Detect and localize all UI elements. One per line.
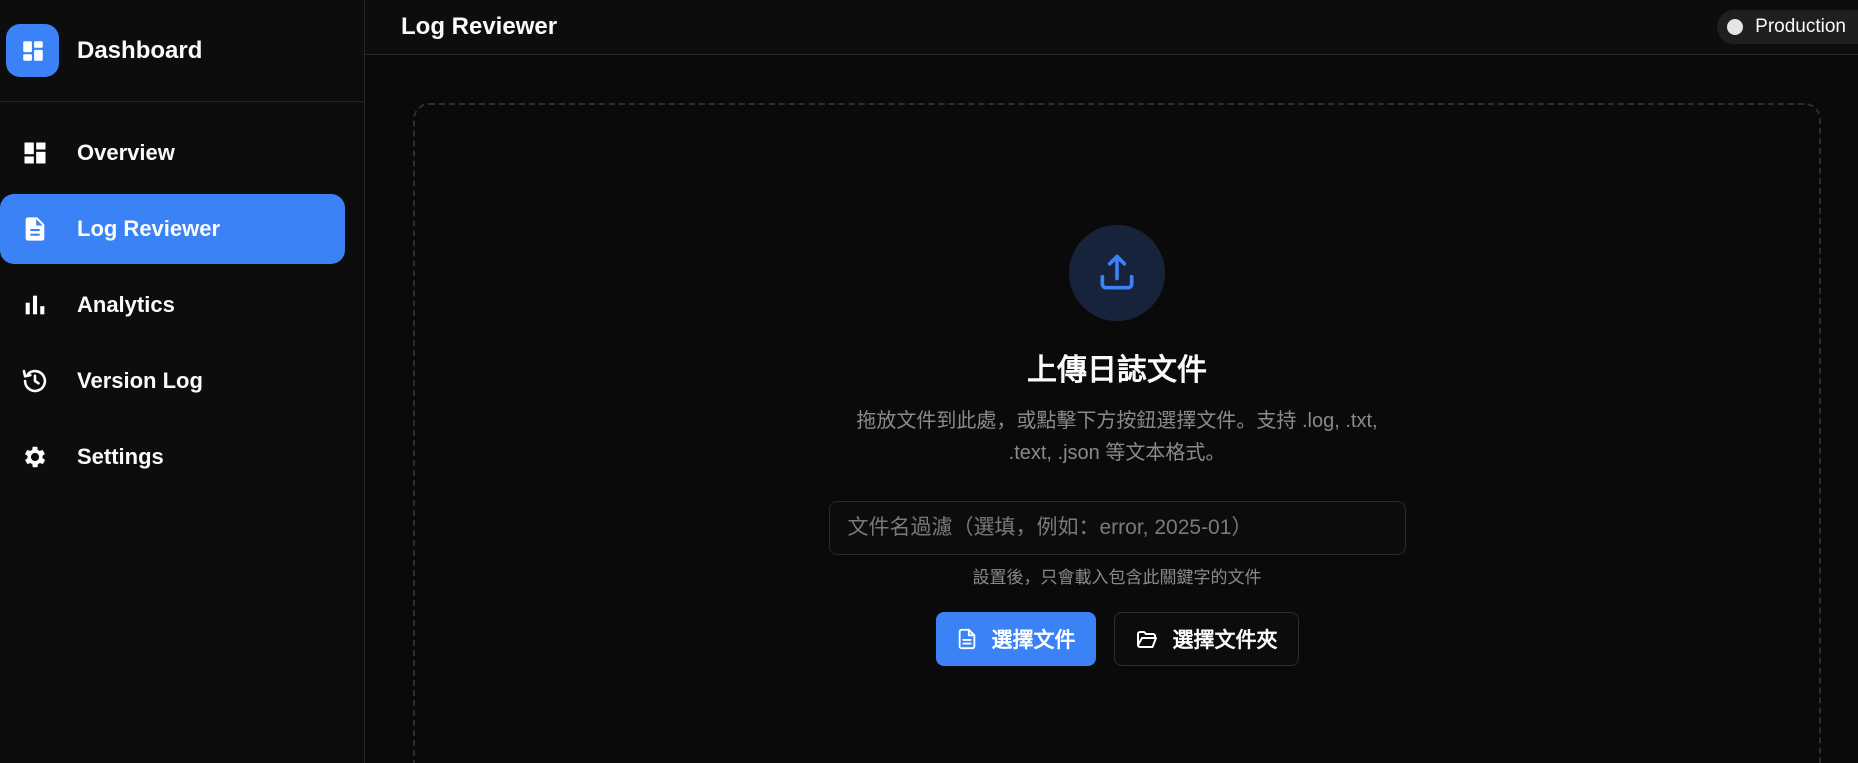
select-file-label: 選擇文件 [991, 629, 1076, 652]
upload-title: 上傳日誌文件 [1027, 354, 1207, 387]
top-bar: Log Reviewer Production [365, 0, 1858, 55]
sidebar-item-analytics[interactable]: Analytics [0, 270, 345, 340]
app-root: Dashboard Overview Log Reviewer Analytic… [0, 0, 1858, 763]
bar-chart-icon [20, 290, 50, 320]
brand[interactable]: Dashboard [0, 0, 364, 102]
sidebar-nav: Overview Log Reviewer Analytics Version … [0, 102, 364, 492]
upload-icon [1069, 225, 1165, 321]
status-dot-icon [1727, 19, 1744, 35]
grid-icon [20, 138, 50, 168]
file-icon [956, 628, 978, 650]
select-folder-label: 選擇文件夾 [1172, 629, 1278, 652]
history-icon [20, 366, 50, 396]
environment-label: Production [1755, 16, 1846, 37]
sidebar-item-label: Settings [77, 444, 164, 469]
dashboard-icon [6, 24, 59, 77]
folder-open-icon [1135, 627, 1159, 651]
environment-badge[interactable]: Production [1717, 10, 1858, 44]
upload-description: 拖放文件到此處，或點擊下方按鈕選擇文件。支持 .log, .txt, .text… [856, 410, 1378, 464]
select-folder-button[interactable]: 選擇文件夾 [1113, 612, 1299, 666]
filter-hint: 設置後，只會載入包含此關鍵字的文件 [972, 568, 1262, 587]
sidebar-item-overview[interactable]: Overview [0, 118, 345, 188]
sidebar-item-version-log[interactable]: Version Log [0, 346, 345, 416]
select-file-button[interactable]: 選擇文件 [935, 612, 1096, 666]
upload-actions: 選擇文件 選擇文件夾 [935, 612, 1299, 666]
upload-dropzone[interactable]: 上傳日誌文件 拖放文件到此處，或點擊下方按鈕選擇文件。支持 .log, .txt… [413, 103, 1821, 763]
gear-icon [20, 442, 50, 472]
main-area: Log Reviewer Production 上傳日誌文件 拖放文件到此處，或… [365, 0, 1858, 763]
sidebar-item-label: Version Log [77, 368, 203, 393]
filename-filter-input[interactable] [828, 501, 1406, 555]
brand-title: Dashboard [77, 36, 203, 64]
content: 上傳日誌文件 拖放文件到此處，或點擊下方按鈕選擇文件。支持 .log, .txt… [365, 55, 1858, 763]
sidebar-item-label: Analytics [77, 292, 175, 317]
sidebar-item-settings[interactable]: Settings [0, 422, 345, 492]
page-title: Log Reviewer [401, 13, 558, 40]
document-icon [20, 214, 50, 244]
sidebar-item-log-reviewer[interactable]: Log Reviewer [0, 194, 345, 264]
sidebar-item-label: Log Reviewer [77, 216, 221, 241]
sidebar: Dashboard Overview Log Reviewer Analytic… [0, 0, 365, 763]
sidebar-item-label: Overview [77, 140, 175, 165]
